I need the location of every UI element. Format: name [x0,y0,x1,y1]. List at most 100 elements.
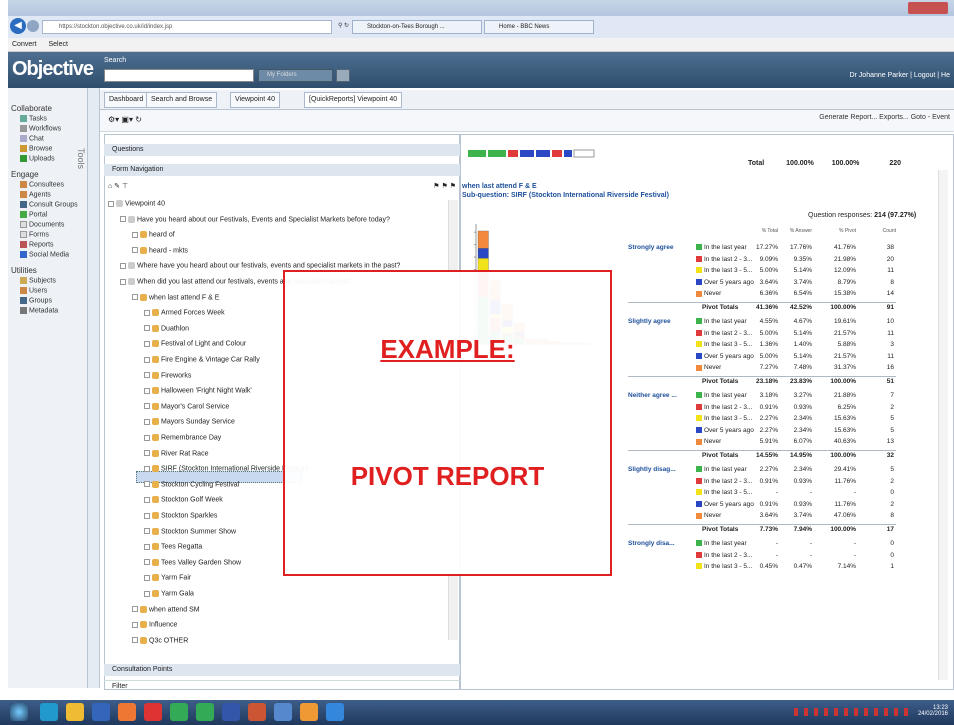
report-actions[interactable]: Generate Report... Exports... Goto - Eve… [819,114,950,121]
tree-item[interactable]: Mayors Sunday Service [144,418,235,426]
tree-item[interactable]: Mayor's Carol Service [144,402,229,410]
explorer-icon[interactable] [66,703,84,721]
tab-viewpoint-40[interactable]: Viewpoint 40 [230,92,280,108]
expand-icon[interactable] [132,247,138,254]
expand-icon[interactable] [144,434,150,441]
nav-item-users[interactable]: Users [20,287,47,294]
nav-item-portal[interactable]: Portal [20,211,47,218]
start-icon[interactable] [10,703,28,721]
app-icon-3[interactable] [300,703,318,721]
expand-icon[interactable] [144,496,150,503]
taskbar-clock[interactable]: 13:23 24/02/2016 [918,705,948,717]
expand-icon[interactable] [132,606,138,613]
tree-item[interactable]: Stockton Sparkles [144,512,217,519]
tree-item[interactable]: when attend SM [132,605,200,613]
nav-item-workflows[interactable]: Workflows [20,125,61,132]
pdf-icon[interactable] [144,703,162,721]
nav-item-metadata[interactable]: Metadata [20,307,58,314]
tree-item[interactable]: Duathlon [144,324,189,332]
filter-header[interactable]: Filter [104,680,460,692]
nav-group-engage[interactable]: Engage [11,170,39,179]
nav-item-consultees[interactable]: Consultees [20,181,64,188]
expand-icon[interactable] [120,278,126,285]
tree-item[interactable]: Stockton Cycling Festival [144,480,239,488]
tree-item[interactable]: Influence [132,621,177,629]
search-scope-select[interactable]: My Folders [258,69,333,82]
questions-header[interactable]: Questions [104,144,460,156]
tab-quickreports[interactable]: [QuickReports] Viewpoint 40 [304,92,403,108]
pivot-group-label[interactable]: Slightly agree [628,318,671,325]
nav-item-consult-groups[interactable]: Consult Groups [20,201,78,208]
excel-icon-2[interactable] [196,703,214,721]
nav-item-documents[interactable]: Documents [20,221,64,228]
window-controls[interactable] [908,2,948,14]
nav-item-browse[interactable]: Browse [20,145,52,152]
nav-item-agents[interactable]: Agents [20,191,51,198]
expand-icon[interactable] [144,512,150,519]
expand-icon[interactable] [144,356,150,363]
select-button[interactable]: Select [48,41,67,48]
tree-item[interactable]: Armed Forces Week [144,309,225,317]
expand-icon[interactable] [144,465,150,472]
expand-icon[interactable] [132,294,138,301]
toolbar-icons[interactable]: ⚙▾ ▣▾ ↻ [108,115,142,124]
expand-icon[interactable] [144,528,150,535]
tree-item[interactable]: Remembrance Day [144,434,221,441]
excel-icon[interactable] [170,703,188,721]
back-icon[interactable]: ◀ [10,18,26,34]
convert-button[interactable]: Convert [12,41,37,48]
tree-item[interactable]: when last attend F & E [132,293,219,301]
nav-item-uploads[interactable]: Uploads [20,155,55,162]
nav-item-chat[interactable]: Chat [20,135,44,142]
expand-icon[interactable] [144,309,150,316]
nav-item-groups[interactable]: Groups [20,297,52,304]
expand-icon[interactable] [108,200,114,207]
tree-item[interactable]: Tees Valley Garden Show [144,558,241,566]
expand-icon[interactable] [144,481,150,488]
browser-tab-bbc[interactable]: Home - BBC News [484,20,594,34]
expand-icon[interactable] [120,216,126,223]
expand-icon[interactable] [144,372,150,379]
tree-item[interactable]: Viewpoint 40 [108,200,165,207]
outlook-icon[interactable] [118,703,136,721]
nav-group-utilities[interactable]: Utilities [11,266,37,275]
expand-icon[interactable] [144,450,150,457]
app-icon-2[interactable] [274,703,292,721]
powerpoint-icon[interactable] [248,703,266,721]
expand-icon[interactable] [144,418,150,425]
expand-icon[interactable] [144,574,150,581]
pivot-group-label[interactable]: Neither agree ... [628,392,677,399]
tree-item[interactable]: Yarm Gala [144,590,194,597]
expand-icon[interactable] [132,637,138,644]
nav-item-social-media[interactable]: Social Media [20,251,69,258]
expand-icon[interactable] [144,590,150,597]
consultation-points-header[interactable]: Consultation Points [104,664,460,676]
tree-item[interactable]: Fire Engine & Vintage Car Rally [144,356,260,363]
tree-item[interactable]: Festival of Light and Colour [144,340,246,348]
refresh-icon[interactable]: ⚲ ↻ [338,22,349,29]
forward-icon[interactable] [27,20,39,32]
app-icon[interactable] [92,703,110,721]
nav-item-subjects[interactable]: Subjects [20,277,56,284]
nav-item-forms[interactable]: Forms [20,231,49,238]
app-icon-4[interactable] [326,703,344,721]
tab-dashboard[interactable]: Dashboard [104,92,149,108]
tree-item[interactable]: Fireworks [144,371,191,379]
report-scrollbar[interactable] [938,170,948,680]
tree-item[interactable]: Where have you heard about our festivals… [120,262,400,270]
expand-icon[interactable] [144,403,150,410]
user-links[interactable]: Dr Johanne Parker | Logout | He [849,72,950,79]
tree-item[interactable]: Tees Regatta [144,543,202,551]
tree-item[interactable]: heard of [132,231,175,239]
tools-pane[interactable] [88,88,100,688]
system-tray[interactable] [794,708,912,716]
search-icon[interactable] [336,69,350,82]
expand-icon[interactable] [144,543,150,550]
pivot-group-label[interactable]: Strongly agree [628,244,674,251]
ie-icon[interactable] [40,703,58,721]
tree-item[interactable]: Stockton Summer Show [144,527,236,535]
expand-icon[interactable] [132,231,138,238]
nav-group-collaborate[interactable]: Collaborate [11,104,52,113]
word-icon[interactable] [222,703,240,721]
tree-item[interactable]: Stockton Golf Week [144,496,223,504]
